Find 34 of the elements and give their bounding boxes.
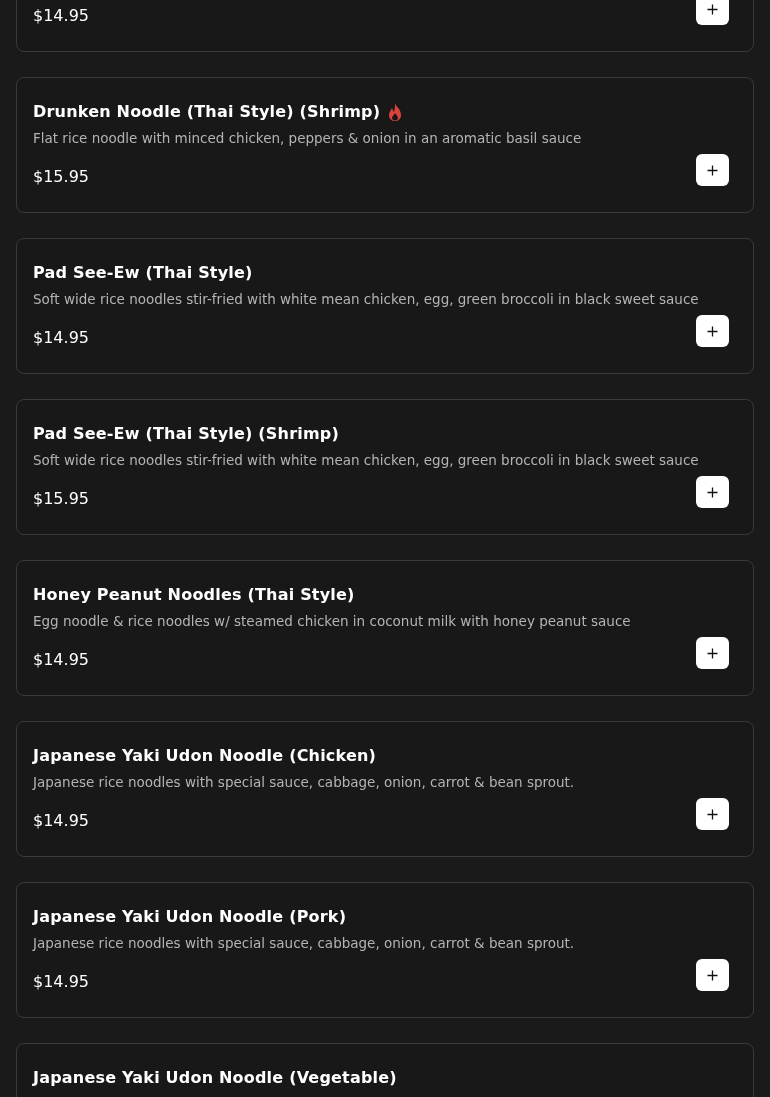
item-price: $14.95: [33, 5, 89, 27]
item-name: Japanese Yaki Udon Noodle (Vegetable): [33, 1067, 397, 1089]
item-description: Japanese rice noodles with special sauce, cabbage, onion, carrot & bean sprout.: [33, 934, 576, 953]
plus-icon: [707, 164, 718, 176]
add-button[interactable]: [696, 959, 729, 991]
item-description: Flat rice noodle with minced chicken, peppers & onion in an aromatic basil sauce: [33, 129, 583, 148]
item-price: $15.95: [33, 488, 89, 510]
add-button[interactable]: [696, 0, 729, 25]
item-name: Honey Peanut Noodles (Thai Style): [33, 584, 355, 606]
plus-icon: [707, 647, 718, 659]
item-price: $14.95: [33, 971, 89, 993]
item-price: $14.95: [33, 810, 89, 832]
item-name: Japanese Yaki Udon Noodle (Chicken): [33, 745, 377, 767]
plus-icon: [707, 486, 718, 498]
add-button[interactable]: [696, 798, 729, 830]
item-price: $14.95: [33, 327, 89, 349]
item-description: Japanese rice noodles with special sauce, cabbage, onion, carrot & bean sprout.: [33, 773, 576, 792]
add-button[interactable]: [696, 476, 729, 508]
item-name: Drunken Noodle (Thai Style) (Shrimp): [33, 101, 381, 123]
item-name: Japanese Yaki Udon Noodle (Pork): [33, 906, 347, 928]
item-description: Soft wide rice noodles stir-fried with white mean chicken, egg, green broccoli in black sweet sauce: [33, 290, 700, 309]
plus-icon: [707, 808, 718, 820]
plus-icon: [707, 3, 718, 15]
plus-icon: [707, 969, 718, 981]
item-name: Pad See-Ew (Thai Style) (Shrimp): [33, 423, 339, 445]
item-description: Egg noodle & rice noodles w/ steamed chicken in coconut milk with honey peanut sauce: [33, 612, 632, 631]
item-description: Soft wide rice noodles stir-fried with white mean chicken, egg, green broccoli in black sweet sauce: [33, 451, 700, 470]
item-price: $15.95: [33, 166, 89, 188]
plus-icon: [707, 325, 718, 337]
item-price: $14.95: [33, 649, 89, 671]
item-name: Pad See-Ew (Thai Style): [33, 262, 253, 284]
add-button[interactable]: [696, 637, 729, 669]
add-button[interactable]: [696, 315, 729, 347]
add-button[interactable]: [696, 154, 729, 186]
